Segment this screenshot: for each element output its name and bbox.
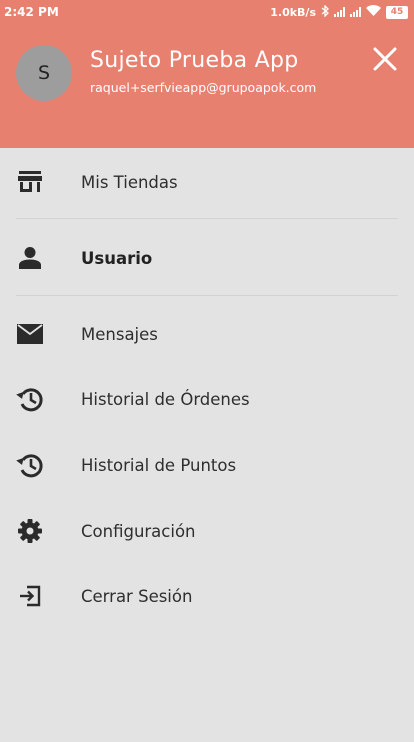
menu-item-label: Mis Tiendas <box>81 172 178 192</box>
menu-item-historial-ordenes[interactable]: Historial de Órdenes <box>0 371 414 427</box>
close-icon <box>373 47 397 71</box>
menu-item-label: Cerrar Sesión <box>81 586 193 606</box>
bluetooth-icon <box>321 3 329 20</box>
avatar: S <box>16 45 72 101</box>
menu-item-mensajes[interactable]: Mensajes <box>0 306 414 362</box>
signal-icon-2 <box>350 7 361 17</box>
menu-item-mis-tiendas[interactable]: Mis Tiendas <box>0 154 414 210</box>
menu-item-cerrar-sesion[interactable]: Cerrar Sesión <box>0 568 414 624</box>
menu-item-configuracion[interactable]: Configuración <box>0 503 414 559</box>
user-email: raquel+serfvieapp@grupoapok.com <box>90 80 317 95</box>
battery-icon: 45 <box>386 5 408 19</box>
signal-icon <box>334 7 345 17</box>
menu-item-label: Mensajes <box>81 324 158 344</box>
user-name: Sujeto Prueba App <box>90 48 299 73</box>
menu-item-label: Historial de Órdenes <box>81 389 250 409</box>
envelope-icon <box>16 320 44 348</box>
store-icon <box>16 168 44 196</box>
divider <box>16 295 398 296</box>
status-bar: 2:42 PM 1.0kB/s 45 <box>0 0 414 24</box>
divider <box>16 218 398 219</box>
menu-item-label: Historial de Puntos <box>81 455 237 475</box>
network-speed: 1.0kB/s <box>270 5 316 19</box>
gear-icon <box>16 517 44 545</box>
menu-item-label: Usuario <box>81 248 153 268</box>
history-icon <box>16 451 44 479</box>
menu-item-label: Configuración <box>81 521 196 541</box>
close-button[interactable] <box>368 42 402 76</box>
menu-item-usuario[interactable]: Usuario <box>0 230 414 286</box>
wifi-icon <box>366 5 381 19</box>
person-icon <box>16 244 44 272</box>
drawer-header: 2:42 PM 1.0kB/s 45 S Sujeto Prueba App r… <box>0 0 414 148</box>
history-icon <box>16 385 44 413</box>
logout-icon <box>16 582 44 610</box>
status-time: 2:42 PM <box>4 5 59 19</box>
menu-item-historial-puntos[interactable]: Historial de Puntos <box>0 437 414 493</box>
